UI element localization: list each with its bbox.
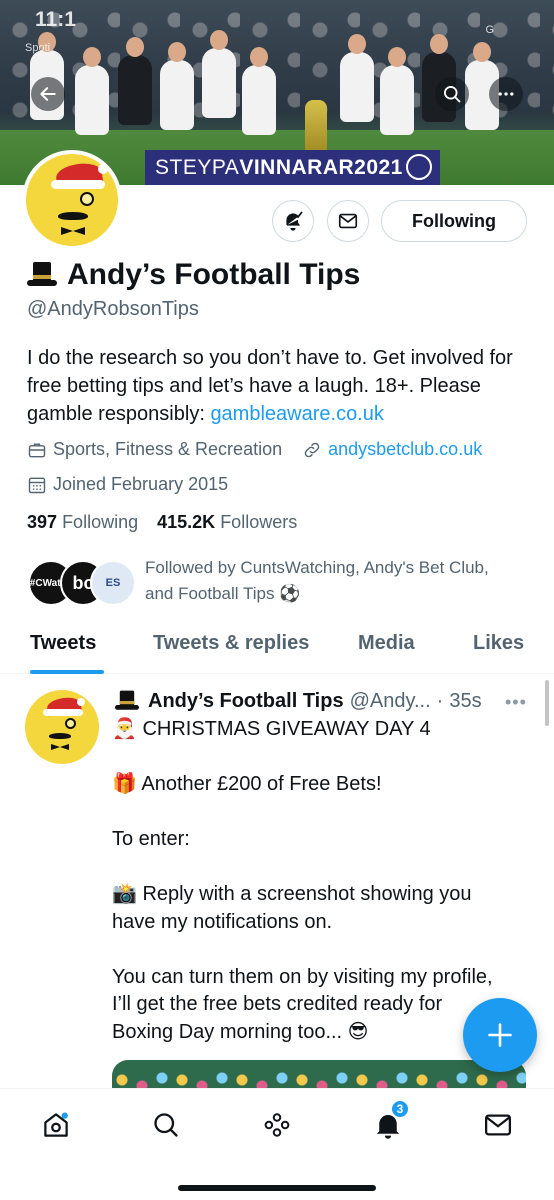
tweet-author[interactable]: Andy’s Football Tips — [148, 690, 344, 713]
profile-tabs: Tweets Tweets & replies Media Likes — [0, 618, 554, 674]
status-sub-label: Spoti — [25, 42, 51, 54]
message-button[interactable] — [327, 200, 369, 242]
sponsor-banner: STEYPA VINNARAR2021 — [145, 150, 440, 185]
following-label: Following — [62, 512, 139, 532]
nav-spaces[interactable] — [257, 1105, 297, 1145]
tab-likes[interactable]: Likes — [473, 632, 524, 655]
tweet-line: You can turn them on by visiting my prof… — [112, 965, 493, 988]
tweet-header: Andy’s Football Tips @Andy... · 35s — [112, 688, 482, 714]
profile-meta-row: Sports, Fitness & Recreation andysbetclu… — [27, 439, 482, 460]
tweet-line: have my notifications on. — [112, 910, 333, 933]
tweet-text: 🎅 CHRISTMAS GIVEAWAY DAY 4 🎁 Another £20… — [112, 716, 532, 1046]
tweet-line: 🎅 CHRISTMAS GIVEAWAY DAY 4 — [112, 718, 431, 740]
plus-icon — [488, 1023, 512, 1047]
following-count: 397 — [27, 512, 58, 532]
compose-tweet-button[interactable] — [463, 998, 537, 1072]
profile-category: Sports, Fitness & Recreation — [53, 439, 283, 459]
spaces-icon — [264, 1113, 290, 1137]
tweet-time: 35s — [449, 689, 482, 712]
profile-name-text: Andy’s Football Tips — [67, 258, 361, 291]
tweet-line — [112, 936, 532, 964]
bio-link[interactable]: gambleaware.co.uk — [210, 403, 383, 425]
tweet-line: 🎁 Another £200 of Free Bets! — [112, 773, 382, 795]
tab-tweets[interactable]: Tweets — [30, 632, 96, 655]
profile-joined-row: Joined February 2015 — [27, 474, 228, 495]
followers-count: 415.2K — [157, 512, 216, 532]
tweet-line: 📸 Reply with a screenshot showing you — [112, 883, 472, 905]
status-time: 11:1 — [35, 8, 76, 31]
link-icon — [304, 442, 320, 457]
more-icon — [498, 92, 514, 96]
followed-avatar-es[interactable]: ES — [90, 560, 136, 606]
calendar-icon — [28, 477, 46, 493]
notifications-toggle-button[interactable] — [272, 200, 314, 242]
profile-bio: I do the research so you don’t have to. … — [27, 344, 527, 428]
profile-website[interactable]: andysbetclub.co.uk — [328, 439, 482, 460]
bell-check-icon — [286, 211, 303, 231]
briefcase-icon — [28, 442, 46, 457]
active-tab-indicator — [30, 670, 104, 674]
sponsor-logo — [406, 154, 432, 180]
back-arrow-icon — [40, 87, 56, 101]
sponsor-text-light: STEYPA — [155, 155, 240, 179]
tweet-more-icon[interactable]: ••• — [505, 692, 527, 713]
profile-joined: Joined February 2015 — [53, 474, 229, 494]
following-button[interactable]: Following — [381, 200, 527, 242]
nav-messages[interactable] — [478, 1105, 518, 1145]
tweet-handle: @Andy... — [349, 689, 431, 712]
top-hat-icon — [27, 262, 57, 288]
followed-by-text[interactable]: Followed by CuntsWatching, Andy's Bet Cl… — [145, 555, 505, 607]
tweet-line: To enter: — [112, 828, 190, 850]
top-hat-icon — [115, 690, 139, 712]
sponsor-text-bold: VINNARAR2021 — [239, 155, 403, 179]
tweet-line — [112, 854, 532, 882]
more-button[interactable] — [489, 77, 523, 111]
nav-notifications[interactable]: 3 — [368, 1099, 410, 1145]
followers-label: Followers — [220, 512, 298, 532]
search-icon — [444, 86, 461, 103]
search-button[interactable] — [435, 77, 469, 111]
profile-avatar[interactable] — [22, 150, 122, 250]
envelope-icon — [485, 1114, 511, 1136]
profile-name: Andy’s Football Tips — [27, 258, 360, 292]
home-indicator — [178, 1185, 376, 1191]
status-right-label: G — [485, 24, 494, 36]
search-icon — [154, 1113, 178, 1137]
followers-stat[interactable]: 415.2K Followers — [157, 512, 297, 532]
profile-handle: @AndyRobsonTips — [27, 298, 199, 320]
back-button[interactable] — [31, 77, 65, 111]
nav-home[interactable] — [36, 1105, 76, 1145]
tweet-separator: · — [436, 689, 444, 712]
envelope-icon — [338, 213, 358, 229]
following-stat[interactable]: 397 Following — [27, 512, 138, 532]
scrollbar[interactable] — [545, 680, 549, 726]
notifications-badge: 3 — [390, 1099, 410, 1119]
tweet-avatar[interactable] — [25, 690, 99, 764]
nav-search[interactable] — [146, 1105, 186, 1145]
tweet-line — [112, 744, 532, 772]
tab-tweets-replies[interactable]: Tweets & replies — [153, 632, 309, 655]
profile-stats: 397 Following 415.2K Followers — [27, 512, 297, 533]
bottom-navigation: 3 — [0, 1088, 554, 1200]
tweet-line — [112, 799, 532, 827]
tab-media[interactable]: Media — [358, 632, 415, 655]
home-icon — [44, 1112, 68, 1137]
